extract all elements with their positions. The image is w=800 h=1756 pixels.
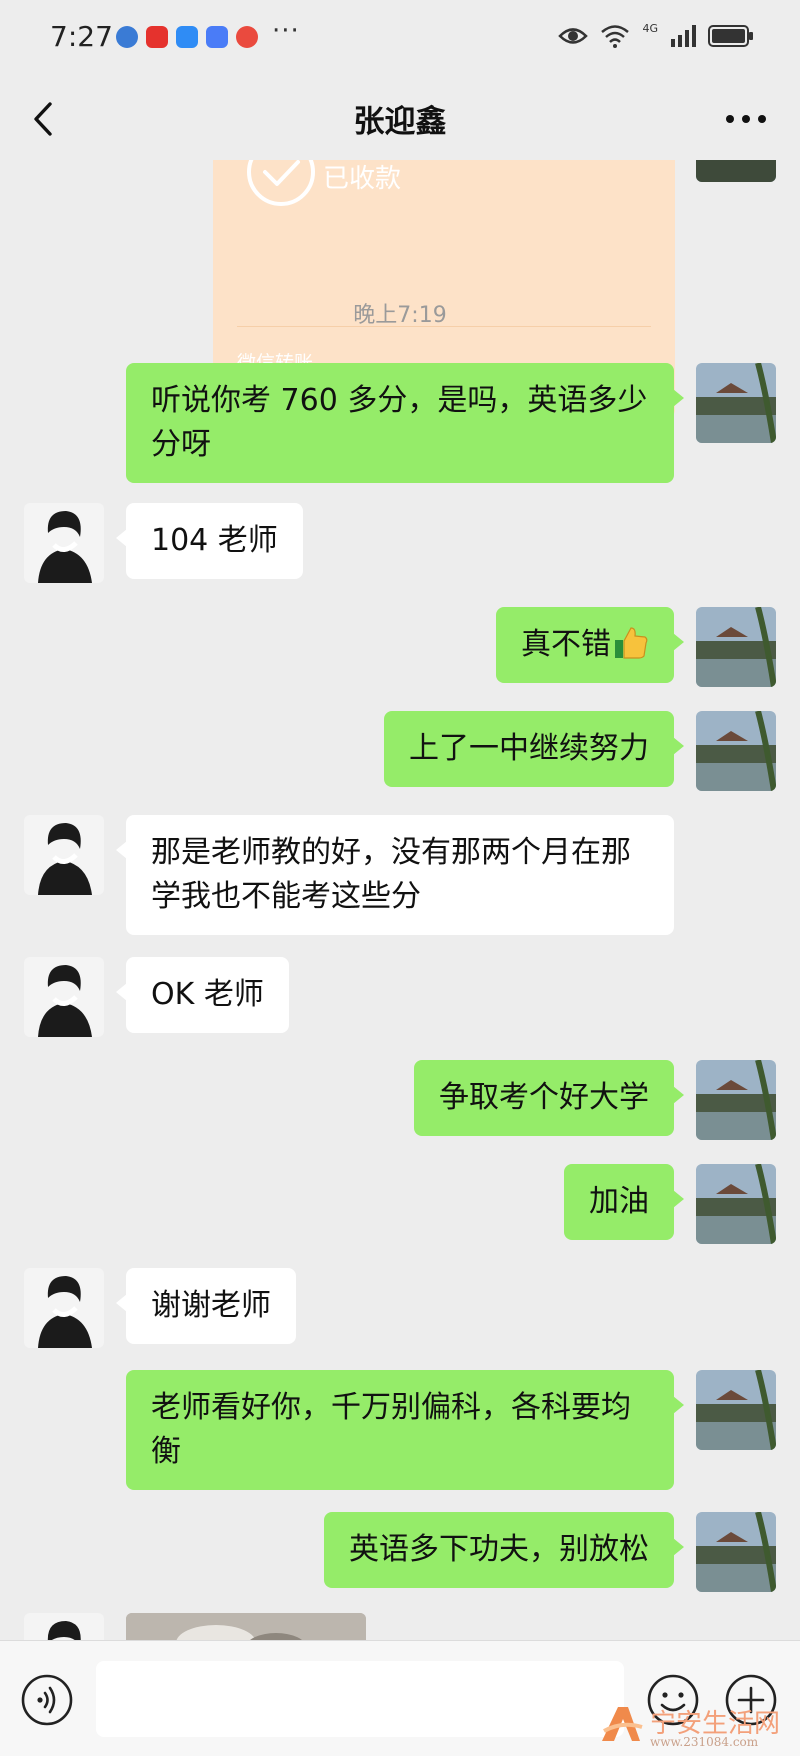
message-bubble-received[interactable]: 谢谢老师: [116, 1268, 296, 1344]
status-bar: 7:27 ··· 4G: [0, 0, 800, 78]
chat-header: 张迎鑫: [0, 78, 800, 160]
chat-title: 张迎鑫: [353, 104, 447, 140]
more-options-icon[interactable]: [718, 98, 774, 140]
message-bubble-received[interactable]: 那是老师教的好，没有那两个月在那学我也不能考这些分: [116, 815, 674, 935]
avatar[interactable]: [696, 363, 776, 443]
message-bubble-received[interactable]: 104 老师: [116, 503, 303, 579]
message-text: 真不错: [521, 627, 611, 662]
time-separator: 晚上7:19: [353, 303, 447, 328]
message-text: 谢谢老师: [151, 1288, 271, 1323]
message-bubble-sent[interactable]: 真不错: [496, 607, 684, 683]
avatar[interactable]: [696, 711, 776, 791]
eye-icon: [558, 28, 589, 44]
avatar[interactable]: [696, 1370, 776, 1450]
huawei-app-icon: [146, 26, 168, 48]
music-app-icon: [206, 26, 228, 48]
avatar[interactable]: [24, 1268, 104, 1348]
message-bubble-sent[interactable]: 老师看好你，千万别偏科，各科要均衡: [126, 1370, 684, 1490]
message-text: 听说你考 760 多分，是吗，英语多少分呀: [151, 383, 648, 462]
avatar[interactable]: [24, 1613, 104, 1640]
avatar[interactable]: [696, 1060, 776, 1140]
message-bubble-received[interactable]: OK 老师: [116, 957, 289, 1033]
message-bubble-sent[interactable]: 上了一中继续努力: [384, 711, 684, 787]
check-circle-icon: [247, 160, 315, 206]
transfer-status: 已收款: [323, 164, 402, 194]
message-text: 104 老师: [151, 523, 278, 558]
message-text: 上了一中继续努力: [409, 731, 649, 766]
avatar[interactable]: [696, 1164, 776, 1244]
message-text: 老师看好你，千万别偏科，各科要均衡: [151, 1390, 631, 1469]
avatar[interactable]: [696, 1512, 776, 1592]
avatar[interactable]: [24, 503, 104, 583]
avatar[interactable]: [24, 815, 104, 895]
message-list[interactable]: 已收款 微信转账 晚上7:19 听说你考 760 多分，是吗，英语多少分呀 10…: [0, 160, 800, 1640]
signal-icon: [671, 25, 696, 47]
avatar[interactable]: [24, 957, 104, 1037]
system-icons: 4G: [558, 21, 754, 48]
message-text: 争取考个好大学: [439, 1080, 649, 1115]
message-text: OK 老师: [151, 977, 264, 1012]
message-bubble-sent[interactable]: 加油: [564, 1164, 684, 1240]
message-input[interactable]: [96, 1661, 624, 1737]
input-bar: 宁安生活网 www.231084.com: [0, 1640, 800, 1756]
watermark-url: www.231084.com: [650, 1735, 759, 1749]
search-app-icon: [236, 26, 258, 48]
message-bubble-sent[interactable]: 英语多下功夫，别放松: [324, 1512, 684, 1588]
site-watermark: 宁安生活网 www.231084.com: [598, 1707, 794, 1749]
message-bubble-sent[interactable]: 争取考个好大学: [414, 1060, 684, 1136]
avatar[interactable]: [696, 607, 776, 687]
cloud-app-icon: [176, 26, 198, 48]
more-notifications-icon: ···: [272, 16, 300, 46]
voice-input-icon[interactable]: [20, 1673, 74, 1727]
message-text: 加油: [589, 1184, 649, 1219]
battery-icon: [708, 25, 753, 47]
wifi-icon: [601, 25, 630, 48]
watermark-logo-icon: [602, 1707, 643, 1741]
notification-icons: [116, 26, 258, 48]
maps-app-icon: [116, 26, 138, 48]
avatar[interactable]: [696, 160, 776, 182]
message-text: 那是老师教的好，没有那两个月在那学我也不能考这些分: [151, 835, 631, 914]
message-text: 英语多下功夫，别放松: [349, 1532, 649, 1567]
network-label: 4G: [642, 21, 658, 35]
thumbs-up-emoji-icon: [615, 627, 648, 659]
message-bubble-sent[interactable]: 听说你考 760 多分，是吗，英语多少分呀: [126, 363, 684, 483]
status-time: 7:27: [50, 20, 113, 53]
image-message[interactable]: [126, 1613, 366, 1640]
